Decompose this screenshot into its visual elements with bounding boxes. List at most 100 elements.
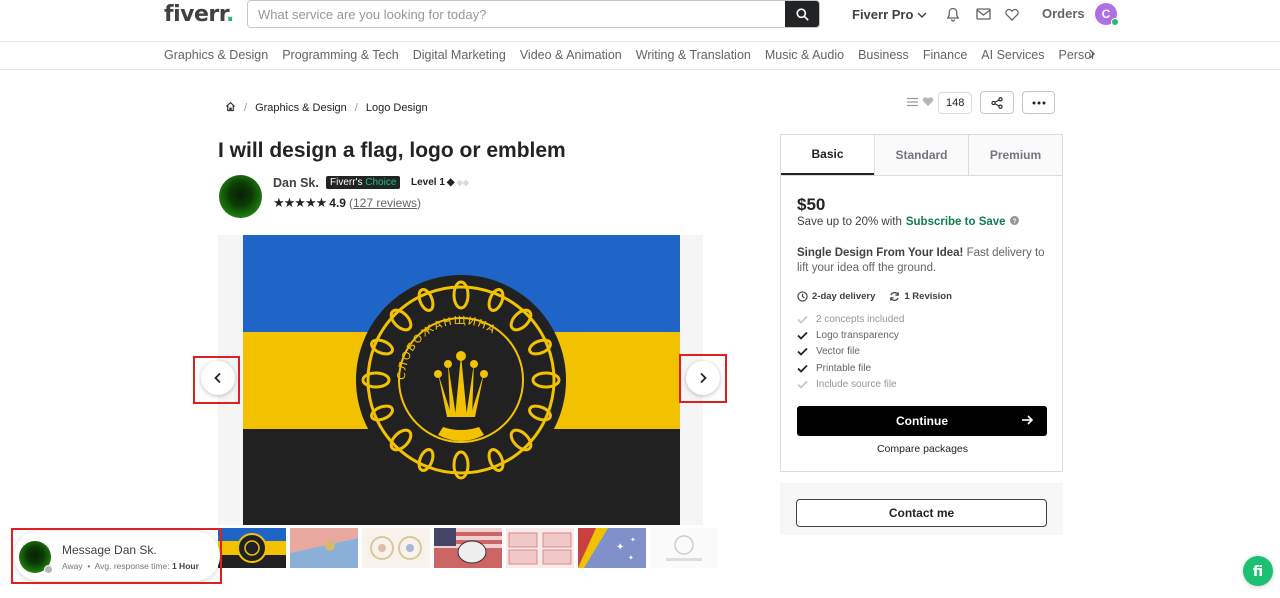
contact-me-button[interactable]: Contact me — [796, 499, 1047, 527]
thumbnail-7[interactable] — [650, 528, 718, 568]
category-scroll-right-button[interactable] — [1088, 47, 1096, 66]
tab-basic[interactable]: Basic — [781, 135, 874, 175]
package-description: Single Design From Your Idea! Fast deliv… — [797, 247, 1045, 274]
category-item[interactable]: Finance — [923, 48, 967, 62]
thumbnail-6[interactable]: ✦ ✦ ✦ — [578, 528, 646, 568]
seller-level: Level 1 ◆ ◆◆ — [411, 177, 469, 188]
breadcrumb: / Graphics & Design / Logo Design — [225, 101, 428, 115]
online-status-dot — [1111, 18, 1119, 26]
chevron-down-icon — [917, 12, 927, 18]
fiverr-pro-label: Fiverr Pro — [852, 7, 914, 22]
reviews-link[interactable]: (127 reviews) — [349, 196, 421, 210]
category-item[interactable]: AI Services — [981, 48, 1044, 62]
checkmark-icon — [797, 379, 808, 390]
clock-icon — [797, 291, 808, 302]
svg-text:fi: fi — [1253, 564, 1263, 579]
like-group: 148 — [907, 91, 973, 114]
arrow-right-icon — [1022, 415, 1033, 425]
checkmark-icon — [797, 363, 808, 374]
thumbnail-4[interactable] — [434, 528, 502, 568]
gig-actions: 148 — [907, 91, 1056, 114]
category-item[interactable]: Programming & Tech — [282, 48, 399, 62]
checkmark-icon — [797, 314, 808, 325]
fiverrs-choice-badge: Fiverr's Choice — [326, 176, 401, 189]
gallery-thumbnails: ✦ ✦ ✦ — [218, 528, 718, 568]
feature-item: Printable file — [797, 360, 904, 376]
highlight-prev-arrow — [193, 356, 240, 404]
favorites-heart-icon[interactable] — [1004, 6, 1020, 22]
package-panel: Basic Standard Premium $50 Save up to 20… — [780, 134, 1063, 472]
gig-image-flag: СЛОБОЖАНЩИНА — [243, 235, 680, 525]
svg-text:✦: ✦ — [630, 536, 636, 544]
thumbnail-1[interactable] — [218, 528, 286, 568]
refresh-icon — [890, 292, 900, 301]
search-icon — [795, 7, 809, 21]
share-icon — [991, 96, 1004, 109]
breadcrumb-item-logo-design[interactable]: Logo Design — [366, 102, 428, 114]
search-bar — [247, 0, 820, 28]
fiverr-pro-menu[interactable]: Fiverr Pro — [852, 7, 927, 22]
rating-row: ★★★★★ 4.9 (127 reviews) — [273, 195, 421, 211]
package-price: $50 — [797, 195, 826, 214]
category-item[interactable]: Graphics & Design — [164, 48, 268, 62]
feature-item: Vector file — [797, 344, 904, 360]
checkmark-icon — [797, 330, 808, 341]
home-icon[interactable] — [225, 101, 236, 115]
contact-section: Contact me — [780, 483, 1063, 535]
category-item[interactable]: Video & Animation — [520, 48, 622, 62]
user-avatar[interactable]: C — [1095, 3, 1119, 26]
breadcrumb-separator: / — [354, 102, 358, 114]
category-item[interactable]: Writing & Translation — [636, 48, 751, 62]
svg-text:✦: ✦ — [616, 542, 624, 553]
highlight-message-card — [11, 528, 222, 584]
more-dots-icon — [1032, 101, 1046, 104]
thumbnail-3[interactable] — [362, 528, 430, 568]
breadcrumb-item-graphics-design[interactable]: Graphics & Design — [255, 102, 347, 114]
seller-avatar[interactable] — [219, 175, 262, 218]
share-button[interactable] — [980, 91, 1015, 114]
category-item[interactable]: Music & Audio — [765, 48, 844, 62]
seller-name[interactable]: Dan Sk. — [273, 176, 319, 190]
thumbnail-2[interactable] — [290, 528, 358, 568]
like-count: 148 — [938, 91, 973, 114]
category-list: Graphics & Design Programming & Tech Digit… — [164, 48, 1094, 62]
tab-premium[interactable]: Premium — [968, 135, 1062, 175]
fiverr-logo[interactable]: fiverr. — [164, 2, 234, 27]
top-header: fiverr. Fiverr Pro Orders C — [0, 0, 1280, 42]
avatar-initial: C — [1101, 7, 1111, 21]
feature-item: 2 concepts included — [797, 311, 904, 327]
more-options-button[interactable] — [1022, 91, 1056, 114]
list-icon[interactable] — [907, 94, 918, 112]
continue-button[interactable]: Continue — [797, 406, 1047, 436]
feature-list: 2 concepts included Logo transparency Vect… — [797, 311, 904, 392]
tab-standard[interactable]: Standard — [874, 135, 968, 175]
delivery-time: 2-day delivery — [797, 291, 875, 302]
fiverr-f-icon: fi — [1253, 564, 1263, 579]
help-question-icon[interactable]: ? — [1009, 216, 1019, 228]
package-meta: 2-day delivery 1 Revision — [797, 291, 952, 302]
chevron-right-icon — [1089, 49, 1095, 59]
category-nav: Graphics & Design Programming & Tech Digit… — [0, 42, 1280, 70]
feature-item: Logo transparency — [797, 327, 904, 343]
category-item[interactable]: Business — [858, 48, 909, 62]
notifications-bell-icon[interactable] — [945, 6, 961, 22]
subscribe-to-save-link[interactable]: Subscribe to Save — [906, 216, 1006, 228]
search-button[interactable] — [785, 1, 819, 27]
chat-help-button[interactable]: fi — [1243, 556, 1273, 586]
category-item[interactable]: Digital Marketing — [413, 48, 506, 62]
revisions: 1 Revision — [889, 291, 952, 302]
compare-packages-link[interactable]: Compare packages — [781, 443, 1064, 455]
messages-envelope-icon[interactable] — [975, 6, 991, 22]
orders-link[interactable]: Orders — [1042, 6, 1085, 21]
rating-score: 4.9 — [329, 196, 346, 210]
level-diamond-icon: ◆ — [446, 177, 455, 188]
search-input[interactable] — [248, 1, 785, 27]
svg-text:✦: ✦ — [628, 554, 634, 562]
gig-title: I will design a flag, logo or emblem — [218, 139, 566, 162]
highlight-next-arrow — [679, 354, 727, 403]
star-rating-icon: ★★★★★ — [273, 195, 327, 210]
heart-icon[interactable] — [922, 94, 934, 112]
breadcrumb-separator: / — [244, 102, 248, 114]
package-tabs: Basic Standard Premium — [781, 135, 1062, 176]
thumbnail-5[interactable] — [506, 528, 574, 568]
